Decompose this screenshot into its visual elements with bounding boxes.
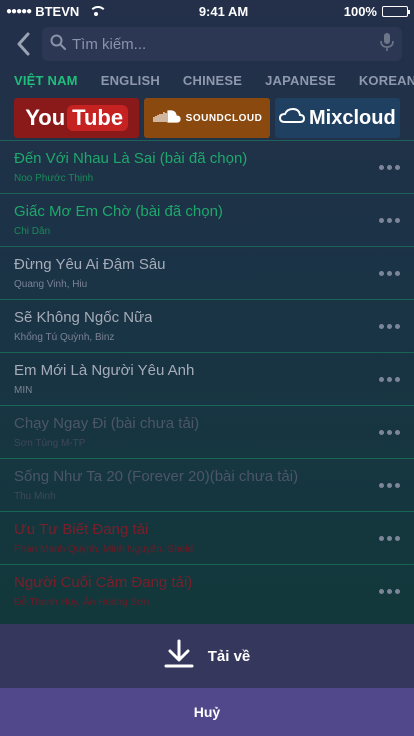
search-icon (50, 34, 66, 55)
more-options-icon[interactable] (371, 157, 400, 178)
song-artist: MIN (14, 385, 33, 396)
soundcloud-cloud-icon (152, 108, 182, 129)
song-text: Giấc Mơ Em Chờ (bài đã chọn) Chi Dân (14, 203, 223, 237)
song-title: Người Cuối Cảm Đang tải) (14, 574, 193, 591)
song-text: Sống Như Ta 20 (Forever 20)(bài chưa tải… (14, 468, 298, 502)
download-icon (164, 639, 194, 674)
more-options-icon[interactable] (371, 316, 400, 337)
action-sheet: Tải về Huỷ (0, 624, 414, 736)
song-list: Đến Với Nhau Là Sai (bài đã chọn) Noo Ph… (0, 140, 414, 617)
more-options-icon[interactable] (371, 528, 400, 549)
song-row[interactable]: Sẽ Không Ngốc Nữa Khổng Tú Quỳnh, Binz (0, 299, 414, 352)
song-row[interactable]: Giấc Mơ Em Chờ (bài đã chọn) Chi Dân (0, 193, 414, 246)
song-text: Em Mới Là Người Yêu Anh MIN (14, 362, 194, 396)
song-title: Ưu Tư Biết Đang tải (14, 521, 149, 538)
song-artist: Khổng Tú Quỳnh, Binz (14, 332, 115, 343)
mixcloud-cloud-icon (278, 107, 305, 129)
language-tabs: VIỆT NAM ENGLISH CHINESE JAPANESE KOREAN (0, 66, 414, 94)
song-artist: Đỗ Thanh Huy, Ân Hoàng Sơn (14, 597, 150, 608)
song-title: Giấc Mơ Em Chờ (bài đã chọn) (14, 203, 223, 220)
search-box[interactable] (42, 27, 402, 61)
wifi-icon (89, 6, 108, 16)
song-artist: Noo Phước Thịnh (14, 173, 94, 184)
mixcloud-label: Mixcloud (308, 106, 396, 129)
song-text: Ưu Tư Biết Đang tải Phan Mạnh Quỳnh, Min… (14, 521, 193, 555)
battery-icon (381, 5, 410, 17)
more-options-icon[interactable] (371, 369, 400, 390)
song-row[interactable]: Đừng Yêu Ai Đậm Sâu Quang Vinh, Hiu (0, 246, 414, 299)
song-text: Người Cuối Cảm Đang tải) Đỗ Thanh Huy, Â… (14, 574, 192, 608)
song-artist: Sơn Tùng M-TP (14, 438, 86, 449)
more-options-icon[interactable] (371, 422, 400, 443)
signal-dots-icon: ●●●●● (6, 5, 32, 17)
status-time: 9:41 AM (198, 3, 249, 19)
screen: ●●●●● BTEVN 9:41 AM 100% VIỆT NAM ENGLIS… (0, 0, 414, 736)
cancel-button[interactable]: Huỷ (0, 688, 414, 736)
tab-vietnam[interactable]: VIỆT NAM (14, 73, 78, 88)
song-text: Đừng Yêu Ai Đậm Sâu Quang Vinh, Hiu (14, 256, 166, 290)
song-title: Đến Với Nhau Là Sai (bài đã chọn) (14, 150, 248, 167)
song-text: Đến Với Nhau Là Sai (bài đã chọn) Noo Ph… (14, 150, 247, 184)
more-options-icon[interactable] (371, 263, 400, 284)
download-button[interactable]: Tải về (0, 624, 414, 688)
song-artist: Thu Minh (14, 491, 56, 502)
song-title: Đừng Yêu Ai Đậm Sâu (14, 256, 166, 273)
tab-korean[interactable]: KOREAN (359, 73, 414, 88)
source-buttons: You Tube SOUNDCLOUD Mixcloud (0, 94, 414, 140)
soundcloud-source-button[interactable]: SOUNDCLOUD (144, 98, 270, 138)
song-title: Sống Như Ta 20 (Forever 20)(bài chưa tải… (14, 468, 299, 485)
microphone-icon[interactable] (380, 32, 394, 57)
song-title: Chạy Ngay Đi (bài chưa tải) (14, 415, 200, 432)
search-input[interactable] (72, 35, 374, 53)
song-title: Sẽ Không Ngốc Nữa (14, 309, 153, 326)
mixcloud-source-button[interactable]: Mixcloud (274, 98, 400, 138)
song-artist: Quang Vinh, Hiu (14, 279, 88, 290)
more-options-icon[interactable] (371, 475, 400, 496)
cancel-label: Huỷ (193, 704, 221, 720)
song-row[interactable]: Sống Như Ta 20 (Forever 20)(bài chưa tải… (0, 458, 414, 511)
song-text: Chạy Ngay Đi (bài chưa tải) Sơn Tùng M-T… (14, 415, 199, 449)
back-chevron-icon[interactable] (12, 30, 34, 58)
battery-percent: 100% (343, 3, 377, 19)
tab-japanese[interactable]: JAPANESE (265, 73, 336, 88)
youtube-logo-you: You (25, 105, 66, 130)
more-options-icon[interactable] (371, 581, 400, 602)
song-row[interactable]: Đến Với Nhau Là Sai (bài đã chọn) Noo Ph… (0, 140, 414, 193)
youtube-logo-tube: Tube (67, 105, 129, 131)
song-artist: Phan Mạnh Quỳnh, Minh Nguyên, Sheld (14, 544, 193, 555)
song-text: Sẽ Không Ngốc Nữa Khổng Tú Quỳnh, Binz (14, 309, 152, 343)
more-options-icon[interactable] (371, 210, 400, 231)
song-title: Em Mới Là Người Yêu Anh (14, 362, 195, 379)
status-bar: ●●●●● BTEVN 9:41 AM 100% (0, 0, 414, 22)
status-right: 100% (343, 3, 410, 19)
status-left: ●●●●● BTEVN (6, 3, 108, 19)
song-row[interactable]: Ưu Tư Biết Đang tải Phan Mạnh Quỳnh, Min… (0, 511, 414, 564)
song-row[interactable]: Em Mới Là Người Yêu Anh MIN (0, 352, 414, 405)
soundcloud-label: SOUNDCLOUD (185, 112, 263, 124)
tab-chinese[interactable]: CHINESE (183, 73, 242, 88)
download-label: Tải về (207, 647, 251, 665)
carrier-name: BTEVN (35, 3, 80, 19)
tab-english[interactable]: ENGLISH (101, 73, 160, 88)
song-row[interactable]: Chạy Ngay Đi (bài chưa tải) Sơn Tùng M-T… (0, 405, 414, 458)
song-artist: Chi Dân (14, 226, 51, 237)
youtube-source-button[interactable]: You Tube (14, 98, 140, 138)
search-row (0, 22, 414, 66)
song-row[interactable]: Người Cuối Cảm Đang tải) Đỗ Thanh Huy, Â… (0, 564, 414, 617)
